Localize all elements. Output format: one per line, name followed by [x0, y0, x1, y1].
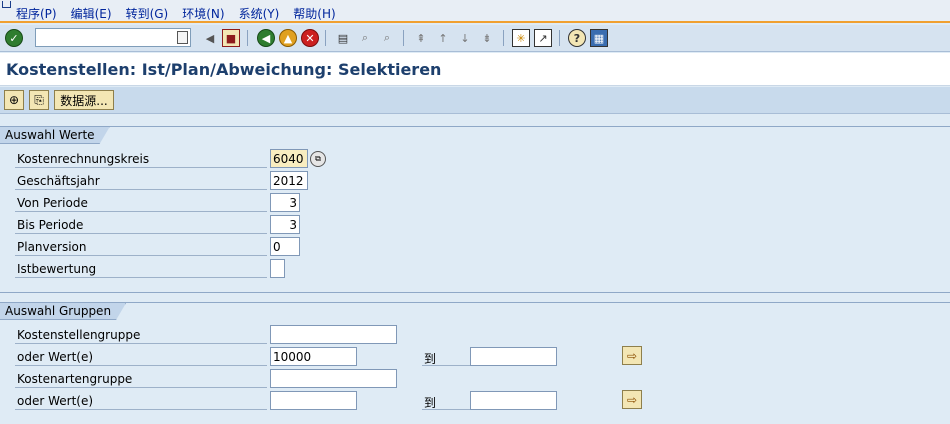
last-page-icon[interactable]: ⇟	[478, 29, 496, 47]
next-page-icon[interactable]: ↓	[456, 29, 474, 47]
multiple-selection-icon[interactable]: ⇨	[622, 390, 642, 409]
value-help-icon[interactable]: ⧉	[310, 151, 326, 167]
from-period-input[interactable]: 3	[270, 193, 300, 212]
previous-page-icon[interactable]: ↑	[434, 29, 452, 47]
menu-bar: 程序(P) 编辑(E) 转到(G) 环境(N) 系统(Y) 帮助(H)	[0, 0, 950, 23]
actual-valuation-label: Istbewertung	[15, 259, 267, 278]
cancel-icon[interactable]: ✕	[301, 29, 319, 47]
group-title: Auswahl Gruppen	[0, 303, 126, 320]
standard-toolbar: ✓ ◀ ■ ◀ ▲ ✕ ▤ ⌕ ⌕ ⇞ ↑ ↓ ⇟ ✳ ↗ ? ▦	[0, 25, 950, 52]
application-toolbar: ⊕ ⎘ 数据源...	[0, 87, 950, 114]
cost-center-from-input[interactable]: 10000	[270, 347, 357, 366]
cost-center-group-label: Kostenstellengruppe	[15, 325, 267, 344]
back-triangle-icon[interactable]: ◀	[201, 29, 219, 47]
multiple-selection-icon[interactable]: ⇨	[622, 346, 642, 365]
cost-element-to-input[interactable]	[470, 391, 557, 410]
cost-center-group-input[interactable]	[270, 325, 397, 344]
toolbar-separator	[559, 30, 560, 46]
toolbar-separator	[325, 30, 326, 46]
layout-menu-icon[interactable]: ▦	[590, 29, 608, 47]
back-icon[interactable]: ◀	[257, 29, 275, 47]
exit-icon[interactable]: ▲	[279, 29, 297, 47]
cost-element-values-label: oder Wert(e)	[15, 391, 267, 410]
menu-help[interactable]: 帮助(H)	[293, 5, 335, 22]
data-source-button[interactable]: 数据源...	[54, 90, 114, 110]
controlling-area-label: Kostenrechnungskreis	[15, 149, 267, 168]
get-variant-icon[interactable]: ⎘	[29, 90, 49, 110]
toolbar-separator	[247, 30, 248, 46]
menu-goto[interactable]: 转到(G)	[126, 5, 169, 22]
help-icon[interactable]: ?	[568, 29, 586, 47]
from-period-label: Von Periode	[15, 193, 267, 212]
command-field-history-icon[interactable]	[177, 31, 188, 44]
toolbar-separator	[503, 30, 504, 46]
to-label: 到	[422, 391, 470, 410]
menu-items: 程序(P) 编辑(E) 转到(G) 环境(N) 系统(Y) 帮助(H)	[16, 5, 336, 22]
to-period-label: Bis Periode	[15, 215, 267, 234]
to-label: 到	[422, 347, 470, 366]
find-icon[interactable]: ⌕	[356, 29, 374, 47]
create-session-icon[interactable]: ✳	[512, 29, 530, 47]
execute-icon[interactable]: ⊕	[4, 90, 24, 110]
cost-element-group-label: Kostenartengruppe	[15, 369, 267, 388]
plan-version-input[interactable]: 0	[270, 237, 300, 256]
actual-valuation-input[interactable]	[270, 259, 285, 278]
cost-element-from-input[interactable]	[270, 391, 357, 410]
menu-system[interactable]: 系统(Y)	[239, 5, 280, 22]
menu-edit[interactable]: 编辑(E)	[71, 5, 112, 22]
toolbar-separator	[403, 30, 404, 46]
find-next-icon[interactable]: ⌕	[378, 29, 396, 47]
print-icon[interactable]: ▤	[334, 29, 352, 47]
plan-version-label: Planversion	[15, 237, 267, 256]
fiscal-year-label: Geschäftsjahr	[15, 171, 267, 190]
cost-center-to-input[interactable]	[470, 347, 557, 366]
system-menu-icon[interactable]	[2, 1, 11, 8]
menu-program[interactable]: 程序(P)	[16, 5, 57, 22]
to-period-input[interactable]: 3	[270, 215, 300, 234]
controlling-area-input[interactable]: 6040	[270, 149, 308, 168]
enter-icon[interactable]: ✓	[5, 29, 23, 47]
menu-environment[interactable]: 环境(N)	[182, 5, 224, 22]
group-selection-groups: Auswahl Gruppen Kostenstellengruppe oder…	[0, 302, 950, 424]
cost-center-values-label: oder Wert(e)	[15, 347, 267, 366]
save-icon[interactable]: ■	[222, 29, 240, 47]
page-title: Kostenstellen: Ist/Plan/Abweichung: Sele…	[6, 60, 442, 79]
command-field[interactable]	[35, 28, 191, 47]
title-bar: Kostenstellen: Ist/Plan/Abweichung: Sele…	[0, 53, 950, 86]
shortcut-icon[interactable]: ↗	[534, 29, 552, 47]
fiscal-year-input[interactable]: 2012	[270, 171, 308, 190]
group-selection-values: Auswahl Werte Kostenrechnungskreis 6040 …	[0, 126, 950, 293]
first-page-icon[interactable]: ⇞	[412, 29, 430, 47]
cost-element-group-input[interactable]	[270, 369, 397, 388]
group-title: Auswahl Werte	[0, 127, 110, 144]
